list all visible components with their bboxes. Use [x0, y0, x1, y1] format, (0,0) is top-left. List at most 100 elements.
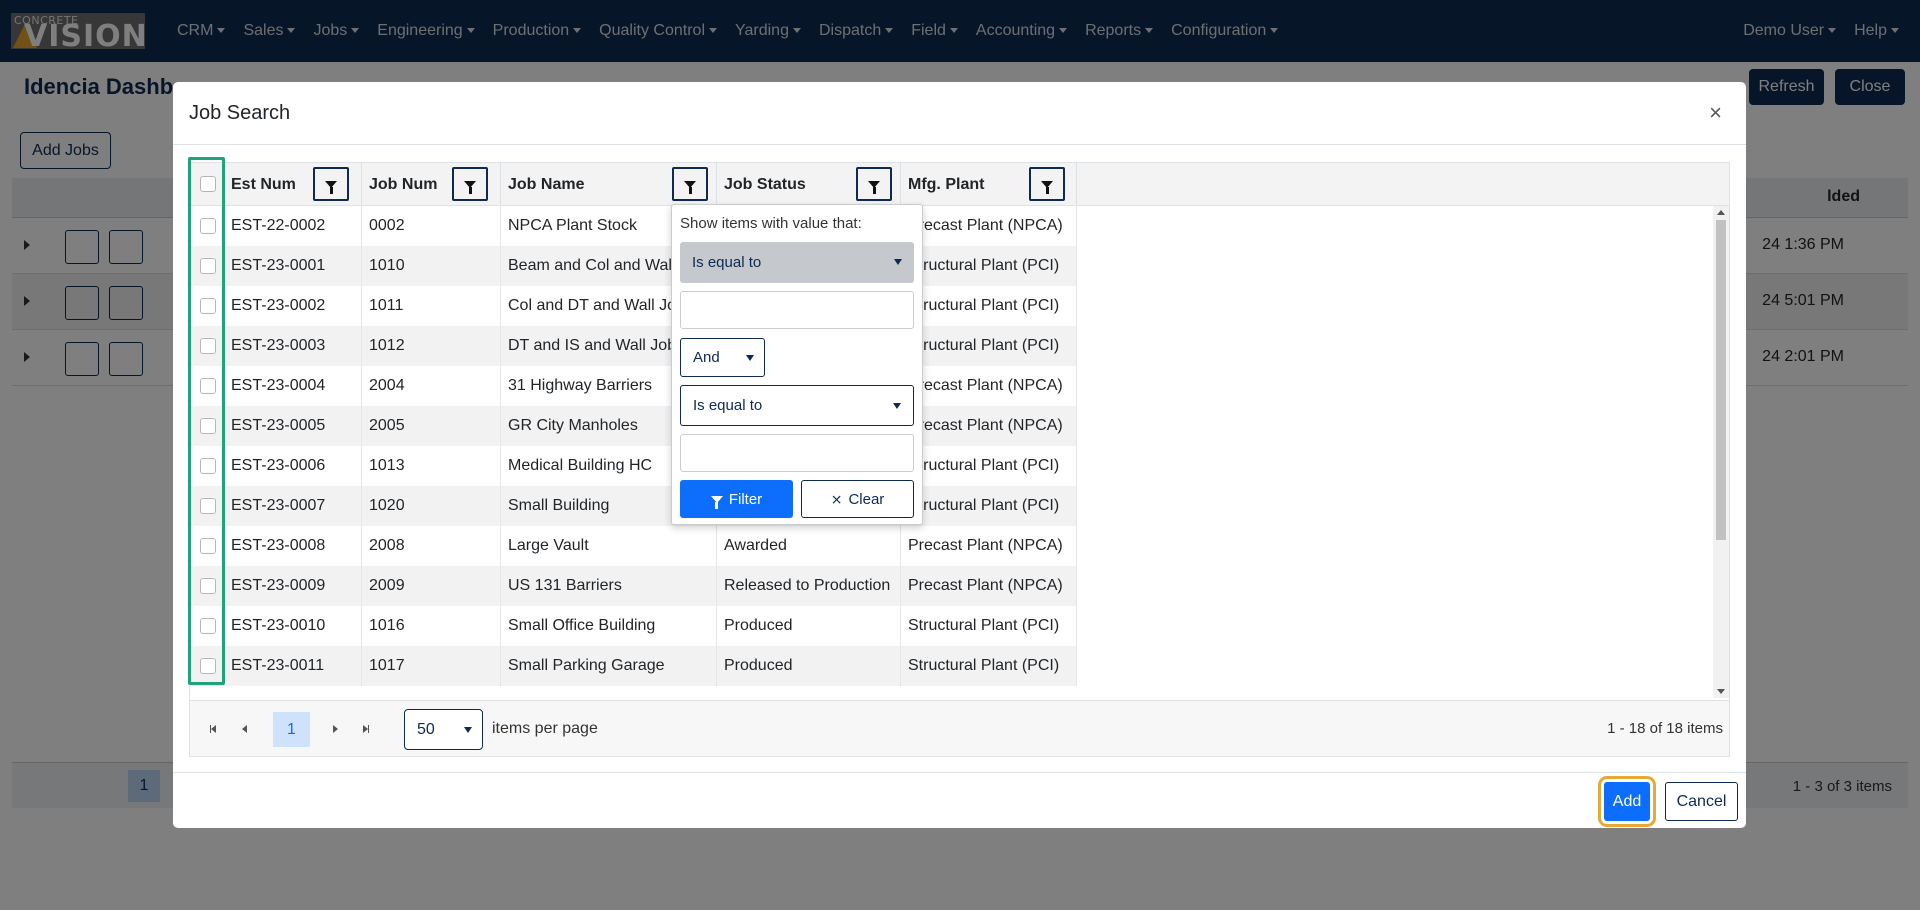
column-label: Job Status [724, 175, 806, 193]
items-per-page-label: items per page [492, 720, 598, 737]
modal-title: Job Search [189, 102, 291, 124]
grid-body: EST-22-0002 0002 NPCA Plant Stock Precas… [190, 206, 1715, 698]
logic-value: And [693, 349, 720, 366]
job-name-cell: Small Parking Garage [501, 646, 717, 686]
mfg-plant-cell: Structural Plant (PCI) [901, 446, 1077, 486]
table-row[interactable]: EST-23-0010 1016 Small Office Building P… [190, 606, 1077, 646]
table-row[interactable]: EST-22-0002 0002 NPCA Plant Stock Precas… [190, 206, 1077, 246]
table-row[interactable]: EST-23-0003 1012 DT and IS and Wall Job … [190, 326, 1077, 366]
mfg-plant-cell: Structural Plant (PCI) [901, 286, 1077, 326]
filter-icon[interactable] [1029, 167, 1065, 201]
filter-logic-select[interactable]: And [680, 338, 765, 377]
job-name-cell: Small Office Building [501, 606, 717, 646]
page-size-select[interactable]: 50 [404, 709, 483, 750]
page-number-1[interactable]: 1 [273, 712, 310, 747]
filter-operator-2[interactable]: Is equal to [680, 385, 914, 426]
mfg-plant-cell: Precast Plant (NPCA) [901, 206, 1077, 246]
grid-scrollbar[interactable] [1713, 206, 1729, 698]
filter-instructions: Show items with value that: [680, 215, 862, 232]
last-page-icon[interactable] [355, 718, 377, 740]
col-header-job-name[interactable]: Job Name [501, 163, 717, 206]
checkbox-column-highlight [188, 157, 225, 685]
grid-header: Est Num Job Num Job Name Job Status Mfg.… [190, 163, 1729, 206]
mfg-plant-cell: Structural Plant (PCI) [901, 326, 1077, 366]
cancel-button[interactable]: Cancel [1665, 782, 1738, 821]
job-num-cell: 2004 [362, 366, 501, 406]
first-page-icon[interactable] [202, 718, 224, 740]
job-grid: Est Num Job Num Job Name Job Status Mfg.… [189, 162, 1730, 757]
prev-page-icon[interactable] [233, 718, 255, 740]
table-row-partial [190, 686, 1077, 698]
est-num-cell: EST-23-0002 [224, 286, 362, 326]
filter-value-1-input[interactable] [680, 291, 914, 329]
scroll-down-icon[interactable] [1717, 689, 1725, 694]
column-filter-popup: Show items with value that: Is equal to … [671, 204, 923, 525]
job-status-cell: Produced [717, 646, 901, 686]
dropdown-arrow-icon [894, 259, 902, 265]
scroll-thumb[interactable] [1716, 220, 1726, 540]
filter-icon[interactable] [452, 167, 488, 201]
job-status-cell: Produced [717, 606, 901, 646]
mfg-plant-cell: Structural Plant (PCI) [901, 606, 1077, 646]
est-num-cell: EST-23-0004 [224, 366, 362, 406]
est-num-cell: EST-22-0002 [224, 206, 362, 246]
job-status-cell: Released to Production [717, 566, 901, 606]
modal-header: Job Search × [173, 82, 1746, 145]
table-row[interactable]: EST-23-0009 2009 US 131 Barriers Release… [190, 566, 1077, 606]
job-num-cell: 1017 [362, 646, 501, 686]
est-num-cell: EST-23-0003 [224, 326, 362, 366]
job-num-cell: 1016 [362, 606, 501, 646]
table-row[interactable]: EST-23-0002 1011 Col and DT and Wall Job… [190, 286, 1077, 326]
dropdown-arrow-icon [746, 355, 754, 361]
table-row[interactable]: EST-23-0004 2004 31 Highway Barriers Pre… [190, 366, 1077, 406]
pager-info: 1 - 18 of 18 items [1607, 720, 1723, 737]
mfg-plant-cell: Structural Plant (PCI) [901, 246, 1077, 286]
col-header-job-status[interactable]: Job Status [717, 163, 901, 206]
clear-button-label: Clear [848, 490, 885, 508]
dropdown-arrow-icon [893, 403, 901, 409]
filter-icon[interactable] [856, 167, 892, 201]
dropdown-arrow-icon [464, 727, 472, 733]
table-row[interactable]: EST-23-0001 1010 Beam and Col and Wall S… [190, 246, 1077, 286]
operator-value: Is equal to [693, 397, 763, 414]
job-num-cell: 2005 [362, 406, 501, 446]
est-num-cell: EST-23-0005 [224, 406, 362, 446]
col-header-mfg-plant[interactable]: Mfg. Plant [901, 163, 1077, 206]
filter-button-label: Filter [728, 490, 763, 508]
mfg-plant-cell: Precast Plant (NPCA) [901, 526, 1077, 566]
operator-value: Is equal to [692, 254, 762, 271]
job-status-cell: Awarded [717, 526, 901, 566]
scroll-up-icon[interactable] [1717, 210, 1725, 215]
job-name-cell: US 131 Barriers [501, 566, 717, 606]
table-row[interactable]: EST-23-0006 1013 Medical Building HC Str… [190, 446, 1077, 486]
est-num-cell: EST-23-0006 [224, 446, 362, 486]
job-num-cell: 1020 [362, 486, 501, 526]
mfg-plant-cell: Structural Plant (PCI) [901, 646, 1077, 686]
filter-operator-1[interactable]: Is equal to [680, 242, 914, 283]
table-row[interactable]: EST-23-0007 1020 Small Building Structur… [190, 486, 1077, 526]
filter-value-2-input[interactable] [680, 434, 914, 472]
job-num-cell: 0002 [362, 206, 501, 246]
add-button[interactable]: Add [1598, 776, 1656, 827]
col-header-est-num[interactable]: Est Num [224, 163, 362, 206]
apply-filter-button[interactable]: Filter [680, 480, 793, 518]
filter-icon[interactable] [313, 167, 349, 201]
table-row[interactable]: EST-23-0008 2008 Large Vault Awarded Pre… [190, 526, 1077, 566]
filter-icon[interactable] [672, 167, 708, 201]
close-icon[interactable]: × [1709, 100, 1722, 126]
clear-filter-button[interactable]: ⨯ Clear [801, 480, 914, 518]
table-row[interactable]: EST-23-0011 1017 Small Parking Garage Pr… [190, 646, 1077, 686]
column-label: Job Name [508, 175, 585, 193]
table-row[interactable]: EST-23-0005 2005 GR City Manholes Precas… [190, 406, 1077, 446]
job-name-cell: Large Vault [501, 526, 717, 566]
job-num-cell: 2008 [362, 526, 501, 566]
modal-footer: Add Cancel [173, 772, 1746, 828]
est-num-cell: EST-23-0011 [224, 646, 362, 686]
column-label: Job Num [369, 175, 438, 193]
col-header-job-num[interactable]: Job Num [362, 163, 501, 206]
next-page-icon[interactable] [324, 718, 346, 740]
mfg-plant-cell: Precast Plant (NPCA) [901, 366, 1077, 406]
clear-filter-icon: ⨯ [830, 490, 843, 507]
filter-icon [710, 495, 723, 509]
column-label: Est Num [231, 175, 296, 193]
